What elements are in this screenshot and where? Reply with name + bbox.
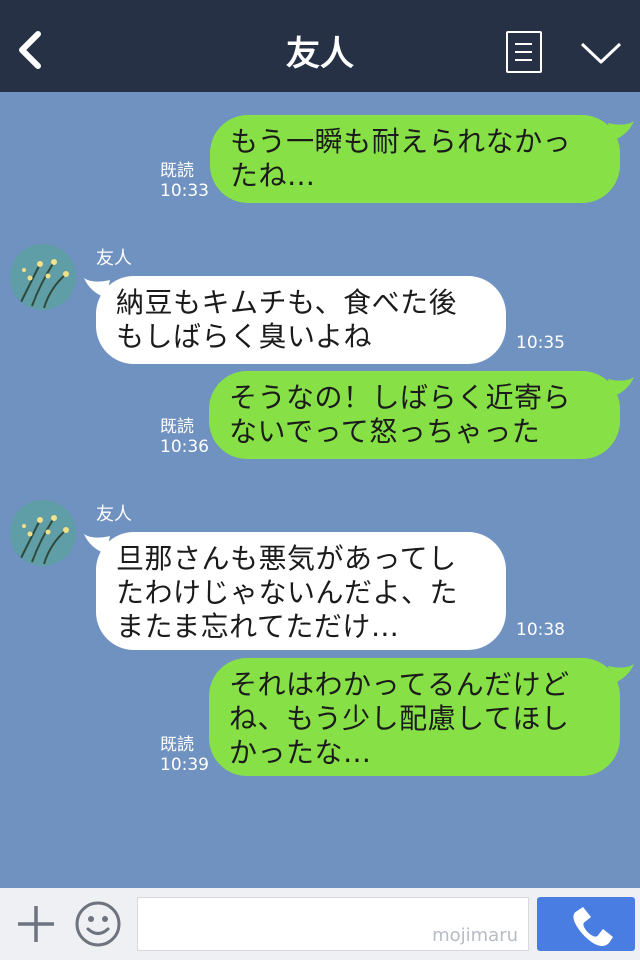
plus-icon[interactable] [14, 902, 58, 946]
message-time: 10:39 [160, 755, 209, 775]
avatar[interactable] [10, 244, 76, 310]
message-time: 10:33 [160, 181, 209, 201]
message-time: 10:38 [516, 620, 565, 640]
read-receipt: 既読 [160, 161, 194, 181]
message-list[interactable]: 既読 10:33 もう一瞬も耐えられなかっ たね… 友人 納豆もキムチも、食べた… [0, 92, 640, 888]
call-button[interactable] [537, 897, 635, 951]
message-bubble[interactable]: そうなの！しばらく近寄ら ないでって怒っちゃった [209, 371, 620, 459]
menu-list-icon[interactable] [506, 31, 542, 73]
message-line: かったな… [229, 736, 372, 769]
message-input[interactable]: mojimaru [137, 897, 529, 951]
message-bubble[interactable]: 旦那さんも悪気があってし たわけじゃないんだよ、た またま忘れてただけ… [96, 532, 506, 650]
message-time: 10:36 [160, 437, 209, 457]
message-bubble[interactable]: もう一瞬も耐えられなかっ たね… [210, 115, 620, 203]
message-bubble[interactable]: それはわかってるんだけど ね、もう少し配慮してほし かったな… [209, 658, 620, 776]
phone-icon [573, 907, 613, 946]
message-line: 旦那さんも悪気があってし [116, 542, 457, 575]
message-bubble[interactable]: 納豆もキムチも、食べた後 もしばらく臭いよね [96, 276, 506, 364]
message-line: たわけじゃないんだよ、た [116, 576, 459, 609]
message-time: 10:35 [516, 333, 565, 353]
chat-title: 友人 [286, 34, 354, 74]
bubble-tail [608, 377, 634, 397]
smiley-icon[interactable] [74, 900, 122, 948]
read-receipt: 既読 [160, 735, 194, 755]
message-line: もう一瞬も耐えられなかっ [230, 125, 572, 158]
sender-name: 友人 [96, 248, 132, 269]
message-line: それはわかってるんだけど [229, 668, 570, 701]
bubble-tail [608, 121, 634, 141]
message-line: またま忘れてただけ… [116, 610, 400, 643]
avatar[interactable] [10, 500, 76, 566]
bubble-tail [608, 664, 634, 684]
message-line: ないでって怒っちゃった [229, 415, 541, 448]
message-line: ね、もう少し配慮してほし [229, 702, 570, 735]
sender-name: 友人 [96, 504, 132, 525]
chevron-down-icon[interactable] [578, 36, 624, 68]
chat-header: 友人 [0, 0, 640, 92]
message-line: もしばらく臭いよね [116, 320, 372, 353]
watermark: mojimaru [432, 925, 518, 946]
message-line: そうなの！しばらく近寄ら [229, 381, 572, 414]
message-line: たね… [230, 159, 316, 192]
message-line: 納豆もキムチも、食べた後 [116, 286, 458, 319]
read-receipt: 既読 [160, 417, 194, 437]
